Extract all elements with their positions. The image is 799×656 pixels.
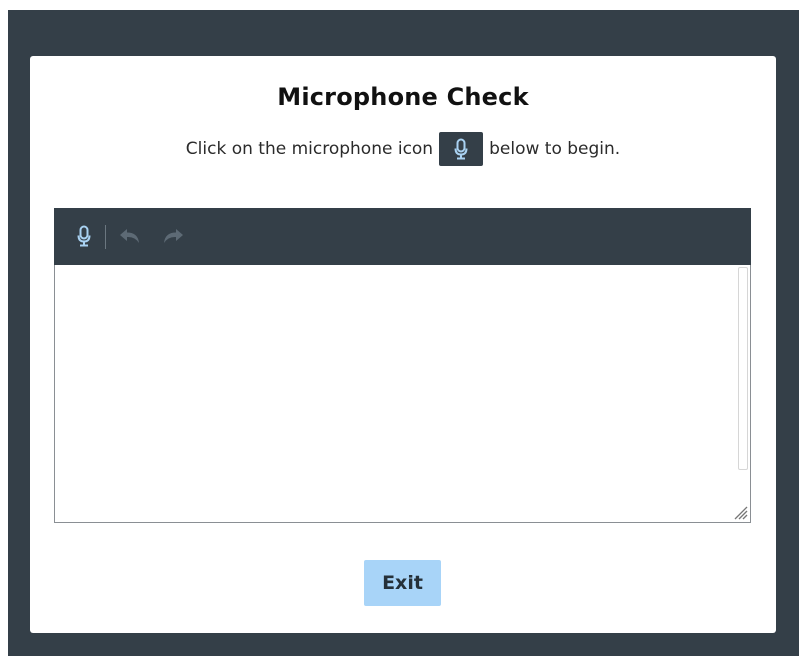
transcription-editor [54, 208, 751, 523]
undo-icon [120, 229, 139, 243]
resize-grip-icon[interactable] [732, 504, 748, 520]
redo-button[interactable] [160, 222, 186, 250]
instruction-text-before: Click on the microphone icon [185, 139, 434, 159]
microphone-icon [77, 225, 91, 247]
microphone-check-dialog: Microphone Check Click on the microphone… [30, 56, 776, 633]
redo-icon [164, 229, 183, 243]
textarea-scrollbar[interactable] [738, 267, 748, 470]
toolbar-separator [105, 225, 106, 249]
instruction-text-after: below to begin. [489, 139, 621, 159]
transcription-textarea[interactable] [55, 265, 750, 522]
dialog-title: Microphone Check [277, 83, 529, 111]
microphone-icon [439, 132, 484, 166]
microphone-button[interactable] [71, 222, 97, 250]
instruction-text: Click on the microphone icon below to be… [30, 132, 776, 166]
exit-button[interactable]: Exit [364, 560, 441, 606]
editor-toolbar [54, 208, 751, 265]
undo-button[interactable] [117, 222, 143, 250]
